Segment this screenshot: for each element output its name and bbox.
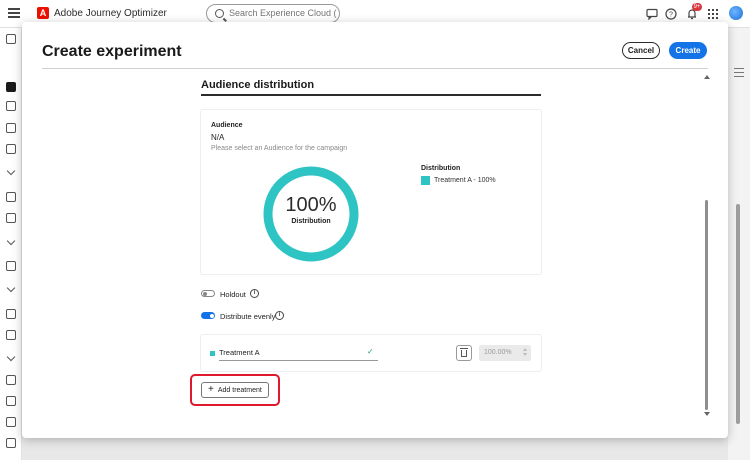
campaigns-icon[interactable] [6, 82, 16, 92]
notification-badge: 9+ [692, 3, 702, 11]
left-nav [0, 28, 22, 460]
dashboard-icon[interactable] [6, 123, 16, 133]
legend-item-treatment-a: Treatment A - 100% [434, 177, 496, 184]
treatment-name-field[interactable]: Treatment A [219, 348, 260, 357]
search-box[interactable] [206, 4, 340, 23]
treatment-color-swatch [210, 351, 215, 356]
right-rail [728, 28, 750, 460]
search-icon [215, 9, 224, 18]
journeys-icon[interactable] [6, 101, 16, 111]
chevron-down-icon[interactable] [6, 352, 16, 362]
scroll-down-icon[interactable] [704, 412, 710, 416]
header-divider [42, 68, 708, 69]
percent-stepper [523, 348, 528, 358]
legend-swatch [421, 176, 430, 185]
treatment-percent-value: 100.00% [484, 349, 512, 356]
treatment-row: Treatment A ✓ 100.00% [201, 335, 541, 371]
scroll-up-icon[interactable] [704, 75, 710, 79]
donut-value: 100% [285, 194, 337, 216]
apps-grid-icon[interactable] [707, 8, 719, 20]
library-icon[interactable] [6, 417, 16, 427]
content-icon[interactable] [6, 144, 16, 154]
svg-text:?: ? [669, 12, 673, 19]
distribution-legend-title: Distribution [421, 165, 461, 172]
dialog-scrollbar[interactable] [705, 200, 708, 410]
audience-hint: Please select an Audience for the campai… [211, 145, 348, 152]
decisions-icon[interactable] [6, 330, 16, 340]
holdout-label: Holdout [220, 290, 246, 299]
distribute-evenly-label: Distribute evenly [220, 312, 276, 321]
adobe-logo: A [37, 7, 49, 19]
avatar[interactable] [729, 6, 743, 20]
channels-icon[interactable] [6, 375, 16, 385]
cancel-button[interactable]: Cancel [622, 42, 660, 59]
properties-panel-icon[interactable] [734, 68, 744, 80]
section-title: Audience distribution [201, 79, 315, 91]
chevron-down-icon[interactable] [6, 283, 16, 293]
audience-card: Audience N/A Please select an Audience f… [201, 110, 541, 274]
profiles-icon[interactable] [6, 192, 16, 202]
chevron-down-icon[interactable] [6, 236, 16, 246]
dialog-title: Create experiment [42, 43, 182, 60]
donut-caption: Distribution [291, 218, 331, 225]
distribute-evenly-info-icon[interactable]: i [275, 311, 284, 320]
audiences-icon[interactable] [6, 213, 16, 223]
holdout-info-icon[interactable]: i [250, 289, 259, 298]
create-button[interactable]: Create [669, 42, 707, 59]
holdout-toggle[interactable] [201, 290, 215, 297]
trash-icon [460, 348, 468, 357]
section-divider [201, 94, 541, 96]
plus-icon: + [208, 384, 214, 395]
add-treatment-button[interactable]: + Add treatment [201, 382, 269, 398]
page-scrollbar[interactable] [736, 204, 740, 424]
delete-treatment-button[interactable] [456, 345, 472, 361]
reports-icon[interactable] [6, 261, 16, 271]
add-treatment-label: Add treatment [217, 386, 262, 394]
audience-value: N/A [211, 133, 225, 142]
treatment-percent-field: 100.00% [479, 345, 531, 361]
menu-icon[interactable] [8, 8, 20, 18]
settings-icon[interactable] [6, 438, 16, 448]
app-title: Adobe Journey Optimizer [54, 8, 167, 19]
audience-label: Audience [211, 122, 243, 129]
help-icon[interactable]: ? [665, 8, 677, 20]
search-input[interactable] [229, 8, 337, 18]
chevron-down-icon[interactable] [6, 166, 16, 176]
distribute-evenly-toggle[interactable] [201, 312, 215, 319]
treatment-name-underline [219, 360, 378, 361]
check-icon: ✓ [367, 347, 374, 356]
feedback-icon[interactable] [646, 8, 658, 20]
offers-icon[interactable] [6, 309, 16, 319]
surfaces-icon[interactable] [6, 396, 16, 406]
home-icon[interactable] [6, 34, 16, 44]
create-experiment-dialog: Create experiment Cancel Create Audience… [22, 22, 728, 438]
